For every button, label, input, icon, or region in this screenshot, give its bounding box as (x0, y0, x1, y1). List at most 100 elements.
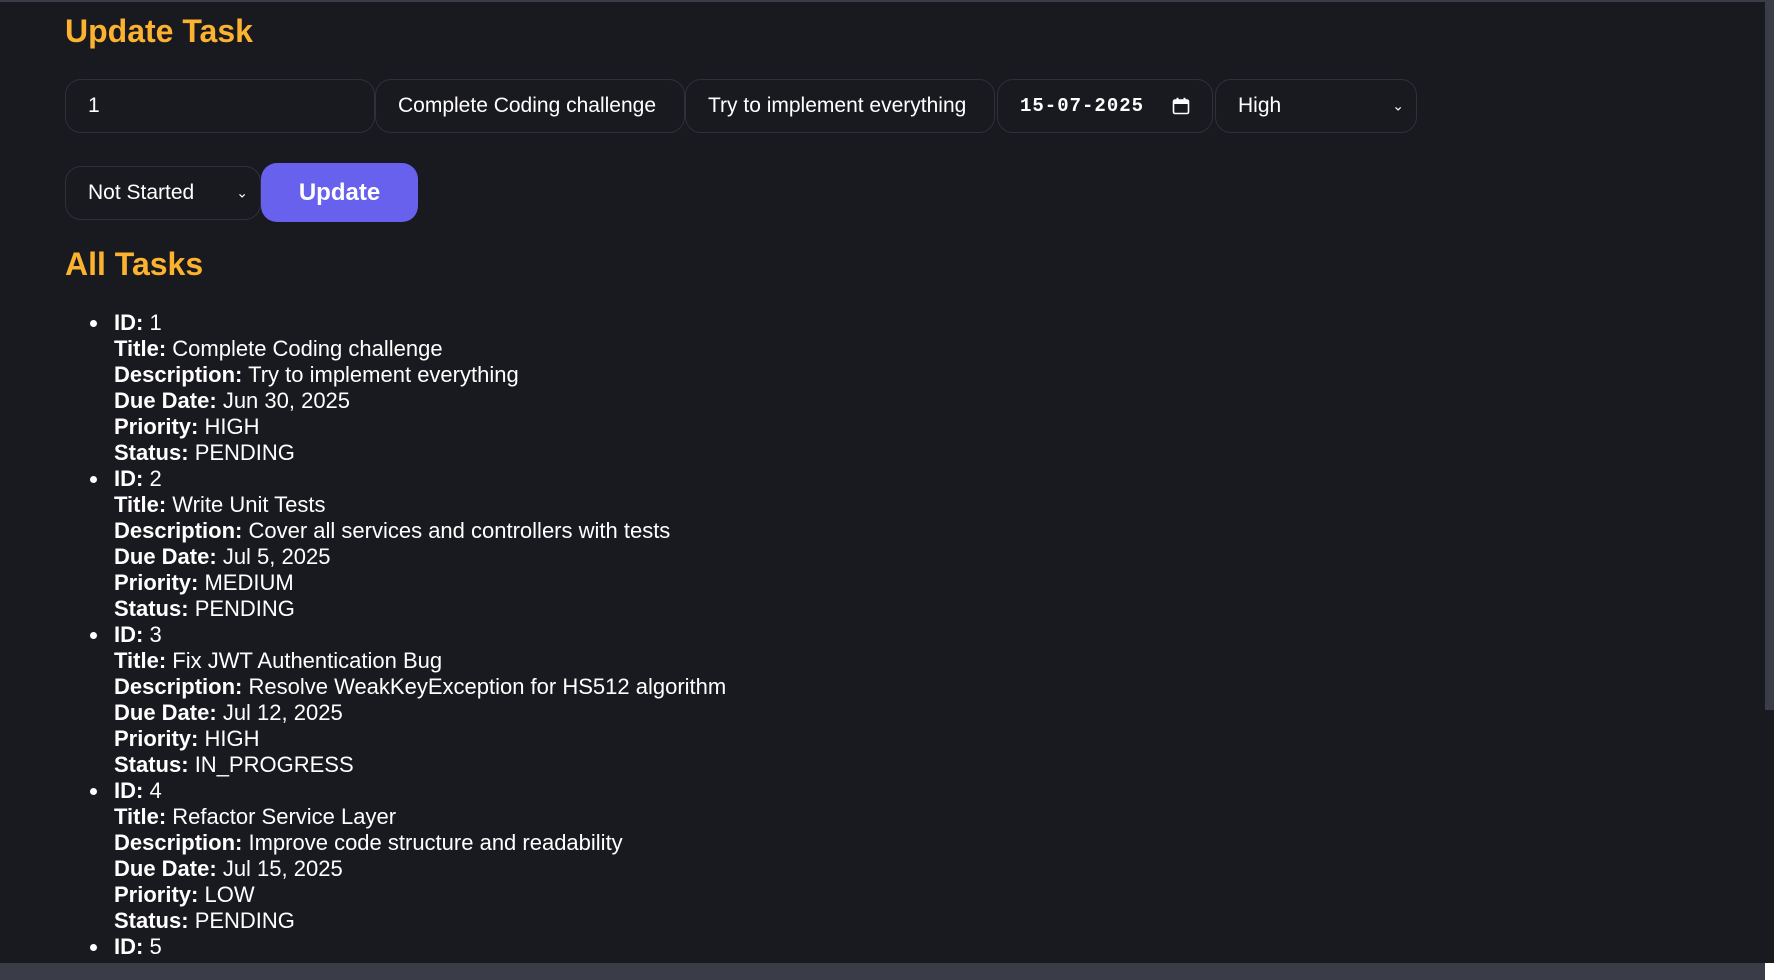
task-status-row: Status: PENDING (114, 908, 726, 934)
task-due-date: Jul 15, 2025 (222, 856, 343, 881)
id-label: ID: (114, 310, 144, 335)
task-item: ID: 5 (89, 934, 726, 960)
task-description-row: Description: Resolve WeakKeyException fo… (114, 674, 726, 700)
title-label: Title: (114, 336, 167, 361)
description-input[interactable]: Try to implement everything (685, 79, 995, 133)
status-label: Status: (114, 440, 189, 465)
task-title-row: Title: Write Unit Tests (114, 492, 726, 518)
calendar-icon[interactable] (1172, 97, 1190, 115)
scrollbar-corner (1765, 963, 1774, 980)
task-description: Resolve WeakKeyException for HS512 algor… (248, 674, 727, 699)
task-description-row: Description: Improve code structure and … (114, 830, 726, 856)
task-status: PENDING (194, 908, 295, 933)
task-id: 3 (149, 622, 162, 647)
task-priority-row: Priority: HIGH (114, 414, 726, 440)
task-priority-row: Priority: MEDIUM (114, 570, 726, 596)
task-id: 4 (149, 778, 162, 803)
task-status: PENDING (194, 596, 295, 621)
task-due-date: Jun 30, 2025 (222, 388, 351, 413)
task-id-row: ID: 5 (114, 934, 726, 960)
chevron-down-icon: ⌄ (236, 184, 248, 201)
status-label: Status: (114, 908, 189, 933)
task-title-row: Title: Complete Coding challenge (114, 336, 726, 362)
task-item: ID: 4 Title: Refactor Service Layer Desc… (89, 778, 726, 934)
status-select-value: Not Started (88, 181, 195, 204)
title-label: Title: (114, 804, 167, 829)
task-status: PENDING (194, 440, 295, 465)
due-date-label: Due Date: (114, 388, 217, 413)
task-due-date-row: Due Date: Jul 12, 2025 (114, 700, 726, 726)
priority-label: Priority: (114, 882, 199, 907)
due-date-label: Due Date: (114, 856, 217, 881)
description-label: Description: (114, 674, 243, 699)
task-priority: LOW (204, 882, 255, 907)
id-label: ID: (114, 622, 144, 647)
description-input-value: Try to implement everything (708, 94, 967, 117)
task-description: Try to implement everything (248, 362, 519, 387)
priority-select-value: High (1238, 94, 1282, 117)
due-date-label: Due Date: (114, 700, 217, 725)
task-title-row: Title: Refactor Service Layer (114, 804, 726, 830)
task-priority-row: Priority: HIGH (114, 726, 726, 752)
description-label: Description: (114, 518, 243, 543)
task-priority: HIGH (204, 726, 260, 751)
chevron-down-icon: ⌄ (1392, 97, 1404, 114)
status-label: Status: (114, 752, 189, 777)
priority-label: Priority: (114, 570, 199, 595)
due-date-input-value: 15-07-2025 (1020, 95, 1145, 117)
id-input-value: 1 (88, 94, 100, 117)
task-description-row: Description: Cover all services and cont… (114, 518, 726, 544)
title-label: Title: (114, 648, 167, 673)
task-title: Complete Coding challenge (172, 336, 443, 361)
priority-label: Priority: (114, 414, 199, 439)
status-label: Status: (114, 596, 189, 621)
priority-select[interactable]: High ⌄ (1215, 79, 1417, 133)
task-item: ID: 2 Title: Write Unit Tests Descriptio… (89, 466, 726, 622)
status-select[interactable]: Not Started ⌄ (65, 166, 261, 220)
task-list: ID: 1 Title: Complete Coding challenge D… (65, 310, 726, 960)
title-label: Title: (114, 492, 167, 517)
task-id-row: ID: 4 (114, 778, 726, 804)
task-id-row: ID: 3 (114, 622, 726, 648)
task-status: IN_PROGRESS (194, 752, 354, 777)
update-button[interactable]: Update (261, 163, 418, 222)
task-due-date: Jul 5, 2025 (222, 544, 331, 569)
id-label: ID: (114, 778, 144, 803)
vertical-scrollbar[interactable] (1765, 0, 1774, 963)
task-title: Fix JWT Authentication Bug (172, 648, 443, 673)
task-priority: MEDIUM (204, 570, 294, 595)
window-top-border (0, 0, 1774, 2)
title-input[interactable]: Complete Coding challenge (375, 79, 685, 133)
task-item: ID: 3 Title: Fix JWT Authentication Bug … (89, 622, 726, 778)
task-id: 2 (149, 466, 162, 491)
task-due-date: Jul 12, 2025 (222, 700, 343, 725)
task-status-row: Status: IN_PROGRESS (114, 752, 726, 778)
task-status-row: Status: PENDING (114, 440, 726, 466)
task-description-row: Description: Try to implement everything (114, 362, 726, 388)
task-description: Improve code structure and readability (248, 830, 623, 855)
task-title-row: Title: Fix JWT Authentication Bug (114, 648, 726, 674)
task-due-date-row: Due Date: Jun 30, 2025 (114, 388, 726, 414)
all-tasks-heading: All Tasks (65, 246, 204, 282)
task-id-row: ID: 1 (114, 310, 726, 336)
task-status-row: Status: PENDING (114, 596, 726, 622)
due-date-input[interactable]: 15-07-2025 (997, 79, 1213, 133)
task-item: ID: 1 Title: Complete Coding challenge D… (89, 310, 726, 466)
task-due-date-row: Due Date: Jul 15, 2025 (114, 856, 726, 882)
task-priority: HIGH (204, 414, 260, 439)
id-input[interactable]: 1 (65, 79, 375, 133)
task-title: Write Unit Tests (172, 492, 326, 517)
priority-label: Priority: (114, 726, 199, 751)
task-id: 1 (149, 310, 162, 335)
update-task-heading: Update Task (65, 13, 253, 49)
due-date-label: Due Date: (114, 544, 217, 569)
description-label: Description: (114, 362, 243, 387)
task-description: Cover all services and controllers with … (248, 518, 671, 543)
id-label: ID: (114, 466, 144, 491)
horizontal-scrollbar[interactable] (0, 963, 1765, 980)
task-due-date-row: Due Date: Jul 5, 2025 (114, 544, 726, 570)
description-label: Description: (114, 830, 243, 855)
vertical-scrollbar-thumb[interactable] (1765, 0, 1774, 710)
task-id: 5 (149, 934, 162, 959)
title-input-value: Complete Coding challenge (398, 94, 656, 117)
